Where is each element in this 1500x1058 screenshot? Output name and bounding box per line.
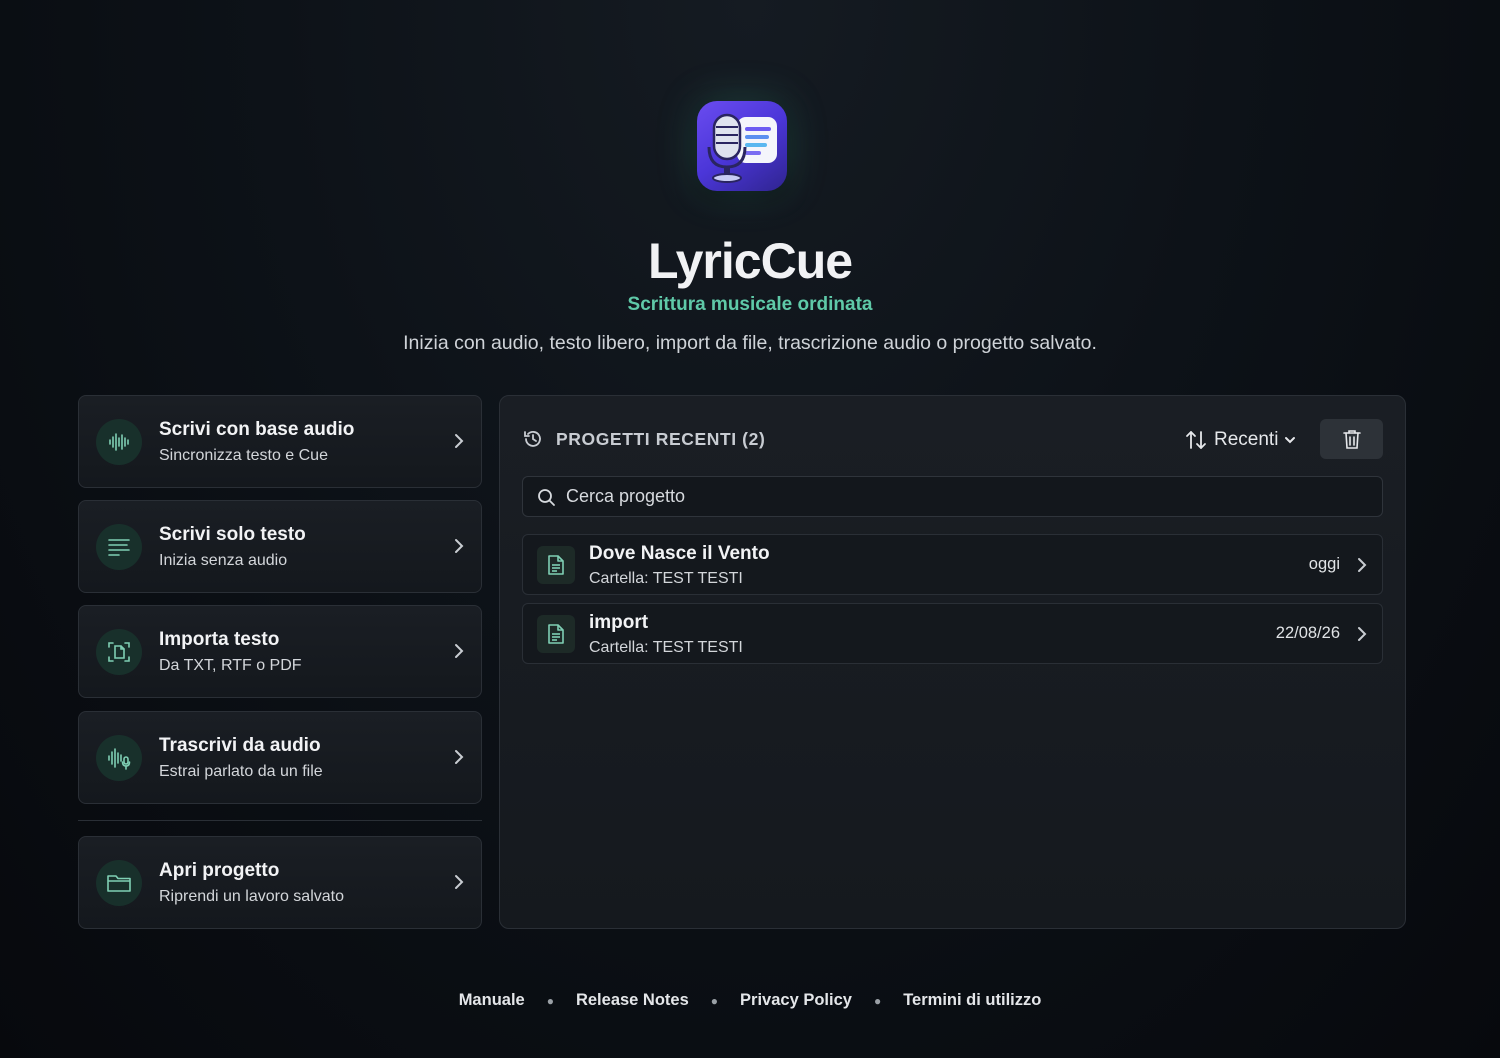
search-input[interactable] (566, 477, 1366, 516)
app-subtitle: Inizia con audio, testo libero, import d… (403, 332, 1097, 354)
footer-link-release-notes[interactable]: Release Notes (576, 991, 689, 1010)
footer-link-privacy-policy[interactable]: Privacy Policy (740, 991, 852, 1010)
document-scan-icon (96, 629, 142, 675)
action-label: Scrivi con base audio (159, 419, 355, 440)
action-sublabel: Estrai parlato da un file (159, 763, 323, 780)
action-label: Scrivi solo testo (159, 524, 306, 545)
document-icon (537, 615, 575, 653)
action-label: Apri progetto (159, 860, 280, 881)
sort-dropdown[interactable]: Recenti (1184, 426, 1296, 454)
project-folder: Cartella: TEST TESTI (589, 570, 743, 587)
separator-dot: ● (710, 993, 719, 1008)
text-lines-icon (96, 524, 142, 570)
chevron-right-icon (455, 875, 464, 889)
project-date: oggi (1308, 555, 1340, 573)
project-folder: Cartella: TEST TESTI (589, 639, 743, 656)
document-icon (537, 546, 575, 584)
footer-link-manual[interactable]: Manuale (459, 991, 525, 1010)
divider (78, 820, 482, 821)
separator-dot: ● (546, 993, 554, 1008)
delete-button[interactable] (1320, 419, 1383, 459)
action-transcribe-audio[interactable]: Trascrivi da audio Estrai parlato da un … (78, 711, 482, 804)
chevron-right-icon (1358, 627, 1367, 641)
project-name: import (589, 612, 649, 633)
chevron-right-icon (455, 434, 464, 448)
footer-links: Manuale ● Release Notes ● Privacy Policy… (0, 991, 1500, 1010)
folder-icon (96, 860, 142, 906)
search-icon (538, 489, 555, 506)
chevron-right-icon (455, 644, 464, 658)
app-tagline: Scrittura musicale ordinata (627, 294, 873, 315)
action-import-text[interactable]: Importa testo Da TXT, RTF o PDF (78, 605, 482, 698)
action-sublabel: Inizia senza audio (159, 552, 288, 569)
action-sublabel: Sincronizza testo e Cue (159, 447, 328, 464)
action-label: Importa testo (159, 629, 280, 650)
footer-link-terms[interactable]: Termini di utilizzo (903, 991, 1041, 1010)
project-row[interactable]: Dove Nasce il Vento Cartella: TEST TESTI… (522, 534, 1383, 595)
project-name: Dove Nasce il Vento (589, 543, 770, 564)
action-write-text-only[interactable]: Scrivi solo testo Inizia senza audio (78, 500, 482, 593)
project-row[interactable]: import Cartella: TEST TESTI 22/08/26 (522, 603, 1383, 664)
app-logo-icon (697, 101, 787, 191)
chevron-right-icon (455, 539, 464, 553)
waveform-icon (96, 419, 142, 465)
app-title: LyricCue (647, 233, 853, 289)
history-icon (524, 431, 541, 447)
chevron-down-icon (1285, 437, 1296, 444)
project-search (522, 476, 1383, 517)
action-sublabel: Riprendi un lavoro salvato (159, 888, 344, 905)
action-label: Trascrivi da audio (159, 735, 321, 756)
action-sublabel: Da TXT, RTF o PDF (159, 657, 302, 674)
separator-dot: ● (873, 993, 882, 1008)
chevron-right-icon (1358, 558, 1367, 572)
action-write-with-audio[interactable]: Scrivi con base audio Sincronizza testo … (78, 395, 482, 488)
sort-label: Recenti (1214, 429, 1279, 450)
trash-icon (1342, 430, 1361, 449)
sort-arrows-icon (1186, 431, 1206, 449)
project-date: 22/08/26 (1275, 624, 1340, 642)
chevron-right-icon (455, 750, 464, 764)
recent-projects-title: PROGETTI RECENTI (2) (556, 429, 766, 449)
waveform-mic-icon (96, 735, 142, 781)
action-open-project[interactable]: Apri progetto Riprendi un lavoro salvato (78, 836, 482, 929)
